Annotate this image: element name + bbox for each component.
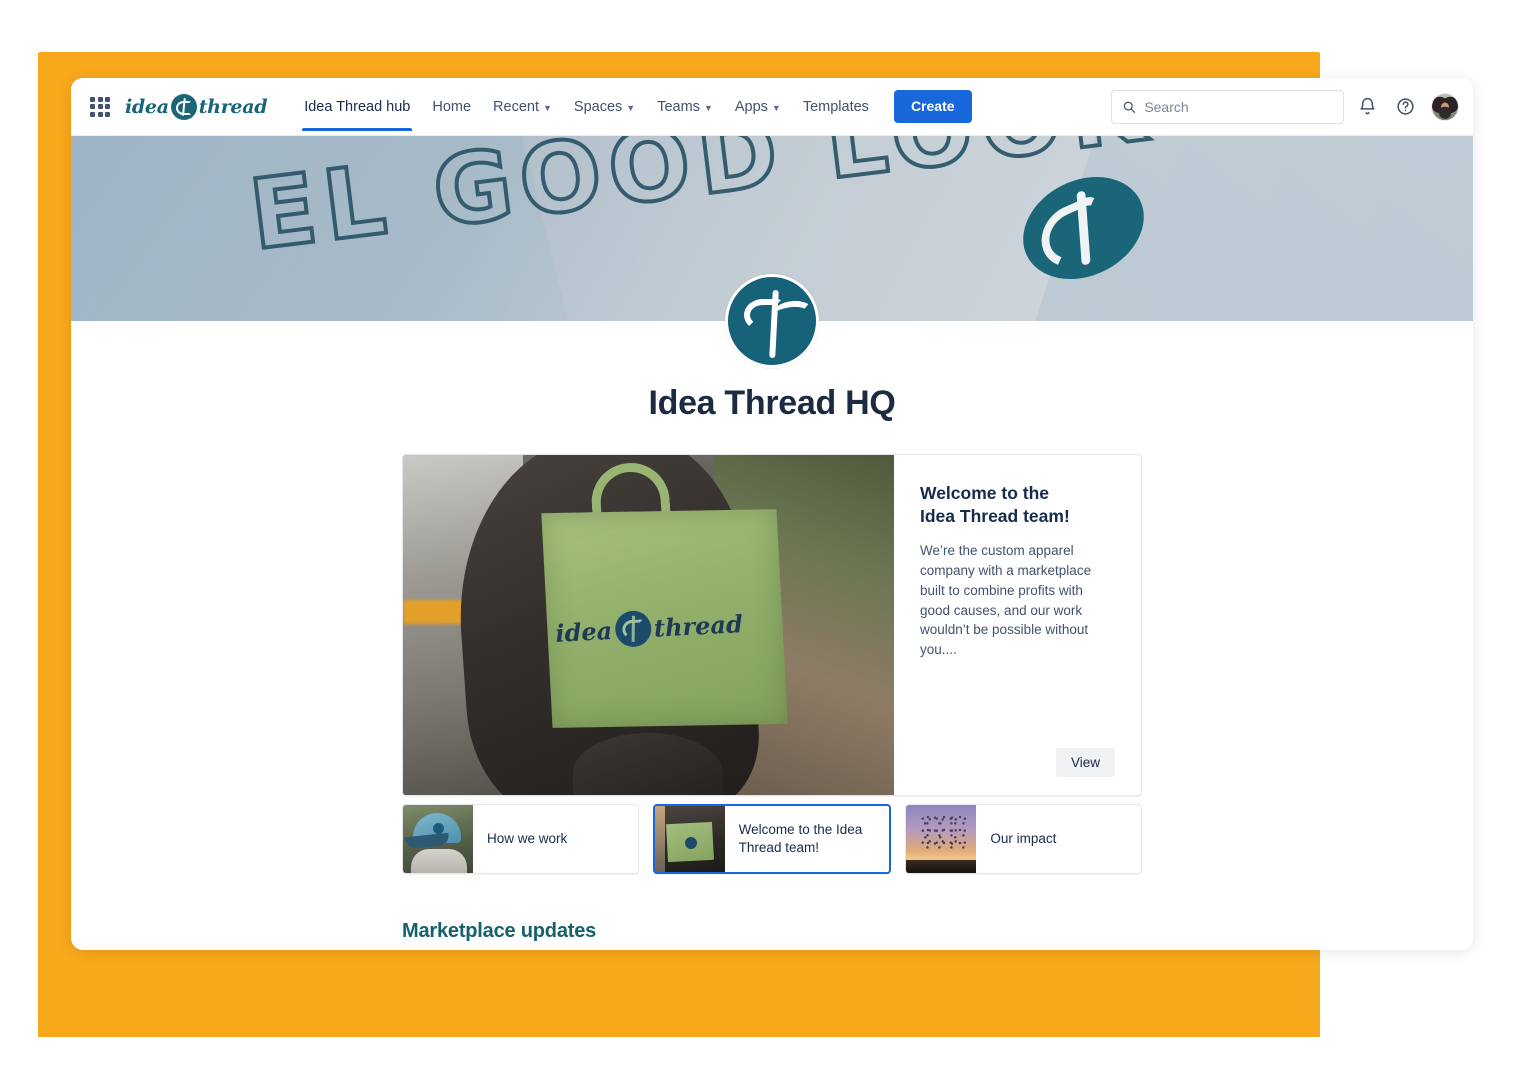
needle-thread-logo-icon — [170, 93, 197, 120]
thumbnail-person-in-blue-cap — [403, 804, 473, 873]
help-circle-icon — [1396, 98, 1414, 115]
nav-item-spaces[interactable]: Spaces ▼ — [563, 82, 646, 132]
featured-card: idea thread Welcome to the Idea Thread t… — [402, 453, 1142, 796]
thumbnail-birds-at-sunset — [906, 804, 977, 873]
card-label: Welcome to the Idea Thread team! — [738, 821, 863, 855]
featured-card-heading: Welcome to the Idea Thread team! — [920, 482, 1115, 529]
screenshot-stage: idea thread Idea Thread hub Home Recent … — [0, 0, 1524, 1088]
featured-heading-line-1: Welcome to the — [920, 482, 1050, 503]
card-our-impact[interactable]: Our impact — [905, 803, 1143, 874]
page-header: Idea Thread HQ — [71, 274, 1473, 424]
chevron-down-icon: ▼ — [626, 102, 636, 113]
nav-item-recent[interactable]: Recent ▼ — [482, 82, 563, 132]
view-button[interactable]: View — [1055, 747, 1115, 777]
card-welcome-to-the-idea-thread-team[interactable]: Welcome to the Idea Thread team! — [652, 803, 892, 874]
nav-item-label: Home — [432, 98, 472, 115]
brand-word-left: idea — [125, 95, 169, 118]
nav-item-label: Teams — [657, 98, 700, 115]
nav-item-home[interactable]: Home — [421, 82, 482, 132]
help-button[interactable] — [1390, 92, 1420, 122]
section-heading-marketplace-updates: Marketplace updates — [402, 919, 597, 942]
featured-heading-line-2: Idea Thread team! — [920, 506, 1070, 527]
browser-window: idea thread Idea Thread hub Home Recent … — [71, 78, 1473, 950]
nav-item-label: Templates — [802, 98, 869, 115]
user-avatar[interactable] — [1431, 92, 1459, 121]
nav-item-teams[interactable]: Teams ▼ — [646, 82, 724, 132]
nav-item-idea-thread-hub[interactable]: Idea Thread hub — [293, 82, 421, 132]
featured-card-body: Welcome to the Idea Thread team! We’re t… — [894, 455, 1141, 795]
banner-diagonal-shape — [71, 136, 594, 321]
hero-image-green-tote-bag[interactable]: idea thread — [403, 454, 894, 795]
search-icon — [1123, 101, 1136, 113]
nav-right-group — [1111, 89, 1459, 124]
top-navigation-bar: idea thread Idea Thread hub Home Recent … — [71, 78, 1473, 136]
brand-logo[interactable]: idea thread — [125, 93, 268, 120]
chevron-down-icon: ▼ — [771, 102, 781, 113]
nav-item-label: Idea Thread hub — [304, 98, 411, 115]
needle-thread-logo-icon — [613, 610, 652, 648]
card-how-we-work[interactable]: How we work — [402, 803, 639, 874]
featured-card-description: We’re the custom apparel company with a … — [920, 543, 1092, 658]
chevron-down-icon: ▼ — [543, 102, 552, 113]
search-box[interactable] — [1111, 89, 1344, 124]
card-label: How we work — [487, 830, 568, 846]
page-content: idea thread Welcome to the Idea Thread t… — [71, 453, 1473, 943]
apps-grid-icon[interactable] — [89, 96, 111, 118]
chevron-down-icon: ▼ — [703, 102, 713, 113]
bag-word-left: idea — [554, 615, 613, 648]
nav-item-label: Spaces — [573, 98, 623, 115]
thumbnail-green-tote-bag — [654, 805, 725, 872]
needle-thread-logo-icon — [725, 274, 819, 368]
nav-item-apps[interactable]: Apps ▼ — [724, 82, 792, 132]
nav-item-label: Apps — [734, 98, 768, 115]
bag-word-right: thread — [652, 608, 743, 643]
create-button[interactable]: Create — [893, 90, 972, 123]
brand-word-right: thread — [198, 95, 268, 118]
search-input[interactable] — [1144, 98, 1333, 115]
related-cards-row: How we work Welcome to the Idea Thread t… — [402, 803, 1143, 874]
card-label: Our impact — [990, 830, 1057, 846]
bell-icon — [1359, 97, 1375, 115]
nav-item-label: Recent — [493, 98, 539, 115]
nav-item-templates[interactable]: Templates — [792, 82, 880, 132]
notifications-button[interactable] — [1352, 92, 1382, 122]
